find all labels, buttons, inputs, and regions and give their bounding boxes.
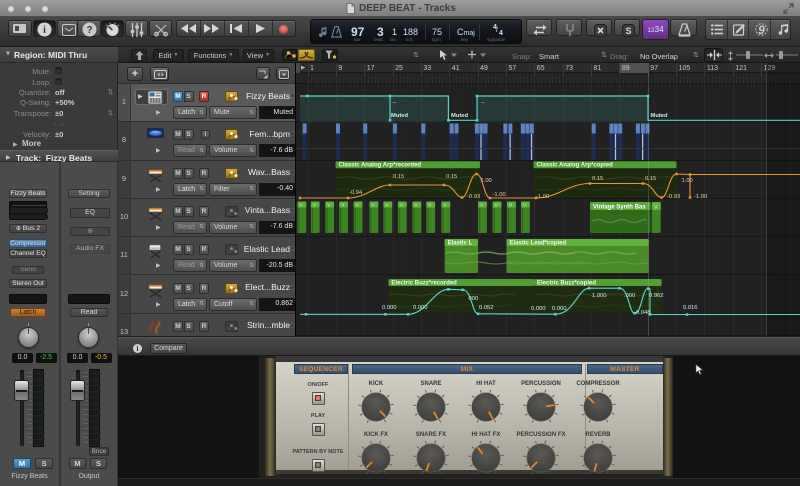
svg-text:V: V <box>356 202 359 207</box>
svg-text:?: ? <box>86 25 92 36</box>
svg-text:Elastic L: Elastic L <box>448 241 473 247</box>
svg-text:V: V <box>428 202 431 207</box>
svg-text:Elastic Lead*copied: Elastic Lead*copied <box>510 241 567 247</box>
svg-text:9: 9 <box>758 23 765 36</box>
svg-text:V: V <box>313 202 316 207</box>
svg-text:V: V <box>495 202 498 207</box>
svg-text:V: V <box>400 202 403 207</box>
svg-text:V: V <box>654 205 658 211</box>
svg-text:V: V <box>509 202 512 207</box>
svg-text:i: i <box>43 25 46 36</box>
svg-text:V: V <box>414 202 417 207</box>
svg-text:V: V <box>385 202 388 207</box>
svg-text:V: V <box>300 202 303 207</box>
svg-text:V: V <box>523 202 526 207</box>
svg-text:V: V <box>341 202 344 207</box>
svg-text:Classic Analog Arp*recorded: Classic Analog Arp*recorded <box>339 163 422 169</box>
svg-text:V: V <box>480 202 483 207</box>
svg-text:Electric Buzz*recorded: Electric Buzz*recorded <box>391 281 457 287</box>
svg-text:V: V <box>443 202 446 207</box>
svg-text:Vintage Synth Bas: Vintage Synth Bas <box>593 205 646 211</box>
svg-text:V: V <box>372 202 375 207</box>
svg-text:S: S <box>625 26 631 36</box>
svg-text:V: V <box>327 202 330 207</box>
svg-text:Electric Buzz*copied: Electric Buzz*copied <box>537 281 596 287</box>
svg-text:Classic Analog Arp*copied: Classic Analog Arp*copied <box>537 163 614 169</box>
